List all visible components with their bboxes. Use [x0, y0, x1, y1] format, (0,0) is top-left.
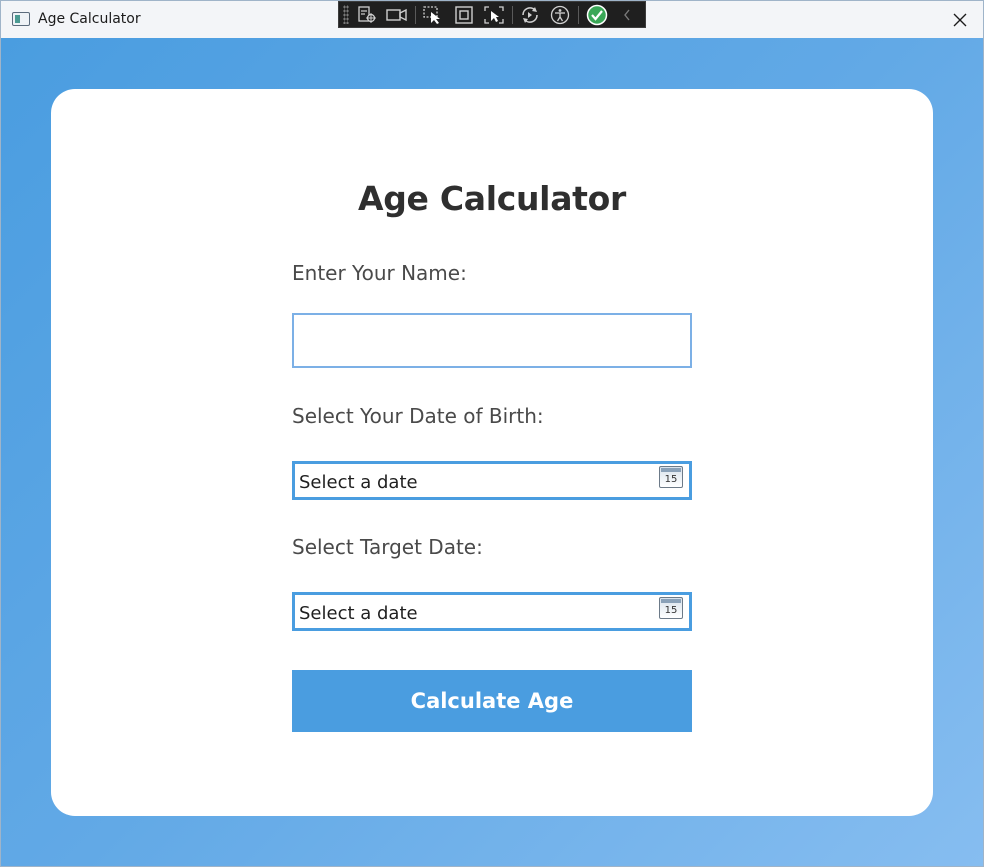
close-icon — [953, 13, 967, 26]
calculate-age-button[interactable]: Calculate Age — [292, 670, 692, 732]
page-title: Age Calculator — [358, 179, 626, 218]
toolbar-separator — [415, 5, 417, 24]
record-video-icon[interactable] — [385, 4, 409, 26]
toolbar-grip-handle[interactable] — [343, 5, 349, 24]
accessibility-icon[interactable] — [548, 4, 572, 26]
binding-check-icon[interactable] — [584, 4, 608, 26]
live-visual-tree-icon[interactable] — [355, 4, 379, 26]
xaml-debug-toolbar — [338, 1, 646, 28]
app-window-icon — [12, 12, 30, 26]
gradient-background: Age Calculator Enter Your Name: Select Y… — [1, 38, 983, 866]
dob-calendar-icon[interactable]: 15 — [659, 466, 683, 488]
display-layout-adorners-icon[interactable] — [451, 4, 475, 26]
name-label: Enter Your Name: — [292, 261, 467, 285]
dob-date-picker[interactable]: Select a date 15 — [292, 461, 692, 500]
dob-date-placeholder: Select a date — [299, 472, 418, 493]
app-window: Age Calculator Age Calculator Enter Your… — [0, 0, 984, 867]
calculator-card: Age Calculator Enter Your Name: Select Y… — [51, 89, 933, 816]
window-title: Age Calculator — [38, 11, 141, 27]
target-date-label: Select Target Date: — [292, 535, 483, 559]
dob-label: Select Your Date of Birth: — [292, 404, 544, 428]
close-button[interactable] — [937, 1, 983, 38]
collapse-chevron-icon[interactable] — [615, 4, 639, 26]
target-date-placeholder: Select a date — [299, 603, 418, 624]
name-input[interactable] — [292, 313, 692, 368]
select-element-icon[interactable] — [421, 4, 445, 26]
target-date-picker[interactable]: Select a date 15 — [292, 592, 692, 631]
toolbar-separator — [511, 5, 513, 24]
toolbar-separator — [578, 5, 580, 24]
target-calendar-icon[interactable]: 15 — [659, 597, 683, 619]
title-bar[interactable]: Age Calculator — [1, 1, 983, 38]
track-focus-icon[interactable] — [482, 4, 506, 26]
hot-reload-icon[interactable] — [518, 4, 542, 26]
